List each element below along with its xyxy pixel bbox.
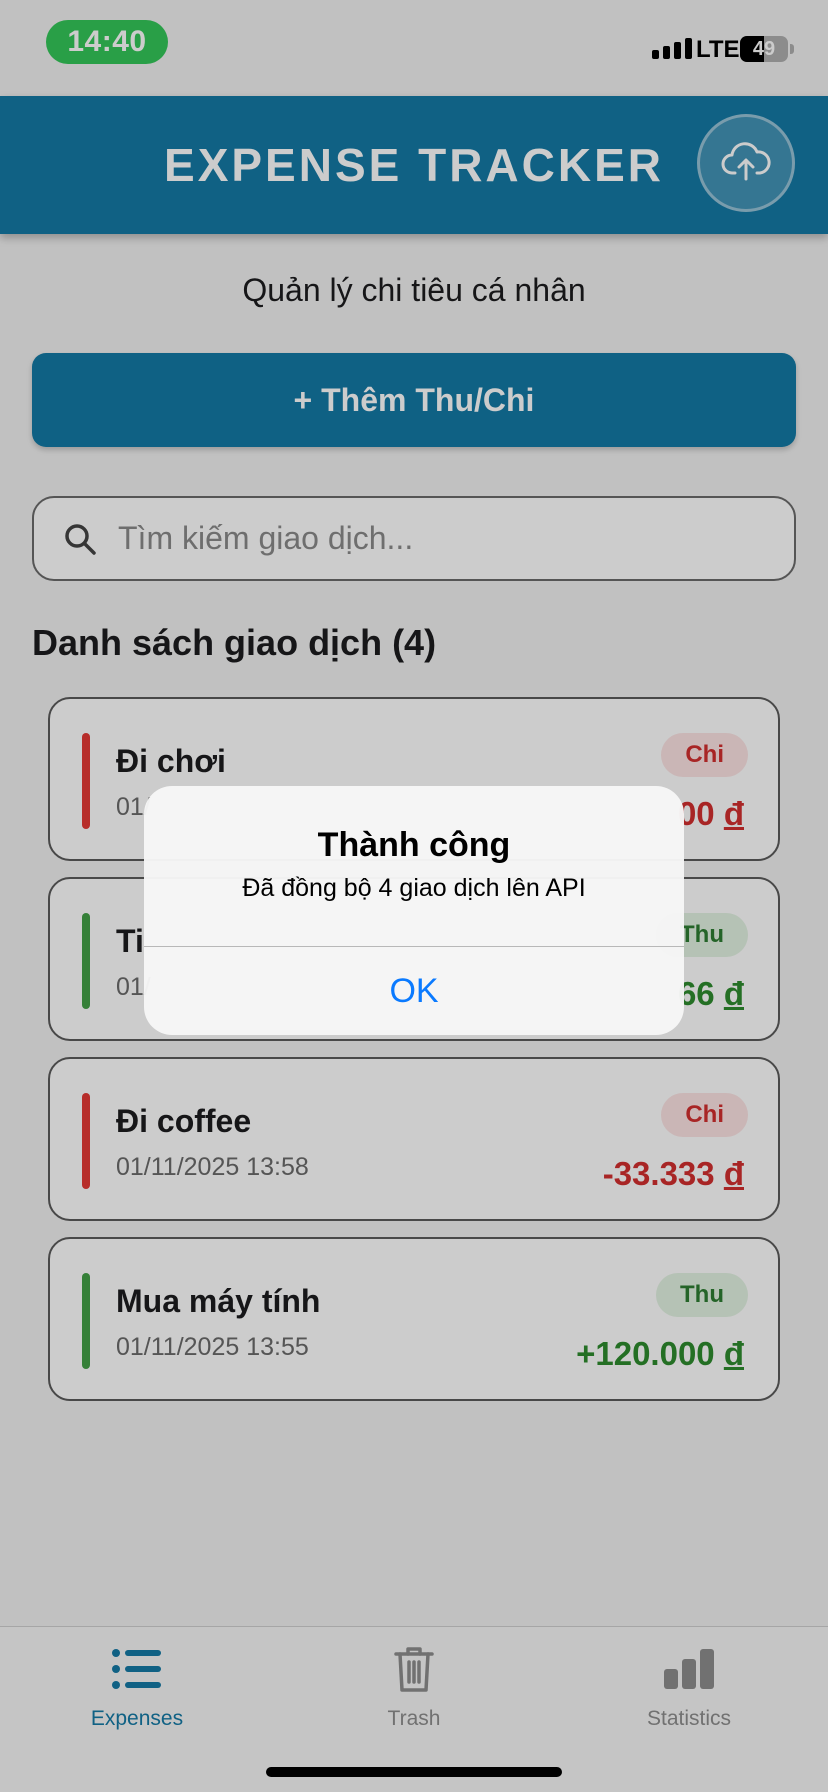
success-alert: Thành công Đã đồng bộ 4 giao dịch lên AP…: [144, 786, 684, 1035]
alert-ok-button[interactable]: OK: [144, 947, 684, 1035]
alert-message: Đã đồng bộ 4 giao dịch lên API: [242, 874, 586, 902]
alert-title: Thành công: [317, 826, 511, 864]
